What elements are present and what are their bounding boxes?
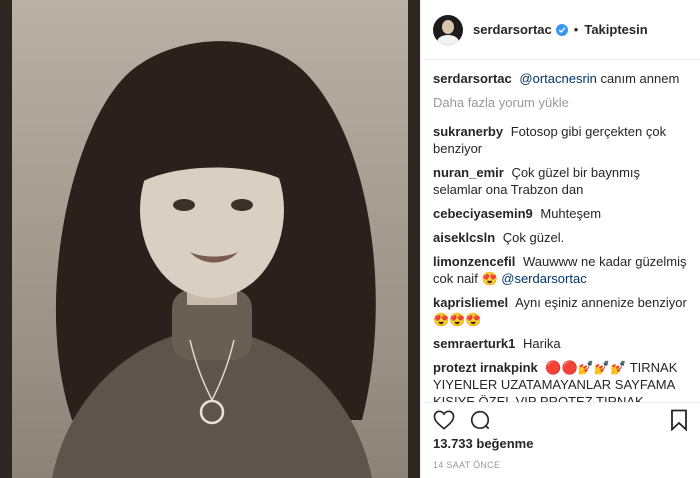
- comment-username[interactable]: limonzencefil: [433, 254, 515, 269]
- author-username[interactable]: serdarsortac: [473, 22, 552, 37]
- load-more-comments-link[interactable]: Daha fazla yorum yükle: [433, 94, 688, 111]
- comment-text: Çok güzel.: [502, 230, 565, 245]
- heart-eyes-emoji-group: 😍😍😍: [433, 312, 482, 327]
- comment-username[interactable]: aiseklcsln: [433, 230, 495, 245]
- avatar[interactable]: [433, 14, 463, 45]
- caption: serdarsortac @ortacnesrin canım annem: [433, 70, 688, 87]
- comment-item: nuran_emir Çok güzel bir baynmış selamla…: [433, 164, 688, 198]
- heart-eyes-emoji: 😍: [481, 271, 498, 286]
- comment-text: Harika: [523, 336, 561, 351]
- follow-status[interactable]: Takiptesin: [584, 22, 647, 37]
- post-header: serdarsortac • Takiptesin: [421, 0, 700, 60]
- comment-username[interactable]: sukranerby: [433, 124, 503, 139]
- comment-item: kaprisliemel Aynı eşiniz annenize benziy…: [433, 294, 688, 328]
- comments-list[interactable]: serdarsortac @ortacnesrin canım annem Da…: [421, 60, 700, 402]
- comment-item: aiseklcsln Çok güzel.: [433, 229, 688, 246]
- comment-item: semraerturk1 Harika: [433, 335, 688, 352]
- comment-item: protezt irnakpink 🔴🔴💅💅💅 TIRNAK YIYENLER …: [433, 359, 688, 402]
- caption-username[interactable]: serdarsortac: [433, 71, 512, 86]
- comment-item: limonzencefil Wauwww ne kadar güzelmiş c…: [433, 253, 688, 287]
- verified-badge-icon: [555, 23, 568, 36]
- portrait-illustration: [52, 41, 376, 478]
- comment-mention[interactable]: @serdarsortac: [501, 271, 586, 286]
- post-photo[interactable]: [0, 0, 420, 478]
- comment-username[interactable]: kaprisliemel: [433, 295, 508, 310]
- post-timestamp: 14 SAAT ÖNCE: [433, 460, 501, 470]
- nail-emoji-group: 🔴🔴💅💅💅: [545, 360, 627, 375]
- comment-item: cebeciyasemin9 Muhteşem: [433, 205, 688, 222]
- comment-icon[interactable]: [469, 409, 491, 431]
- comment-username[interactable]: semraerturk1: [433, 336, 515, 351]
- caption-mention[interactable]: @ortacnesrin: [519, 71, 597, 86]
- separator-dot: •: [573, 22, 579, 37]
- vintage-portrait-image: [12, 0, 408, 478]
- comment-text: Aynı eşiniz annenize benziyor: [515, 295, 687, 310]
- comment-username[interactable]: protezt irnakpink: [433, 360, 538, 375]
- comment-username[interactable]: nuran_emir: [433, 165, 504, 180]
- post-sidebar: serdarsortac • Takiptesin serdarsortac @…: [420, 0, 700, 478]
- post-actions-bar: [421, 402, 700, 437]
- comment-item: sukranerby Fotosop gibi gerçekten çok be…: [433, 123, 688, 157]
- like-count[interactable]: 13.733 beğenme: [433, 436, 533, 451]
- comment-username[interactable]: cebeciyasemin9: [433, 206, 533, 221]
- caption-text: canım annem: [600, 71, 680, 86]
- heart-icon[interactable]: [433, 410, 455, 430]
- comment-text: Muhteşem: [540, 206, 602, 221]
- bookmark-icon[interactable]: [670, 409, 688, 431]
